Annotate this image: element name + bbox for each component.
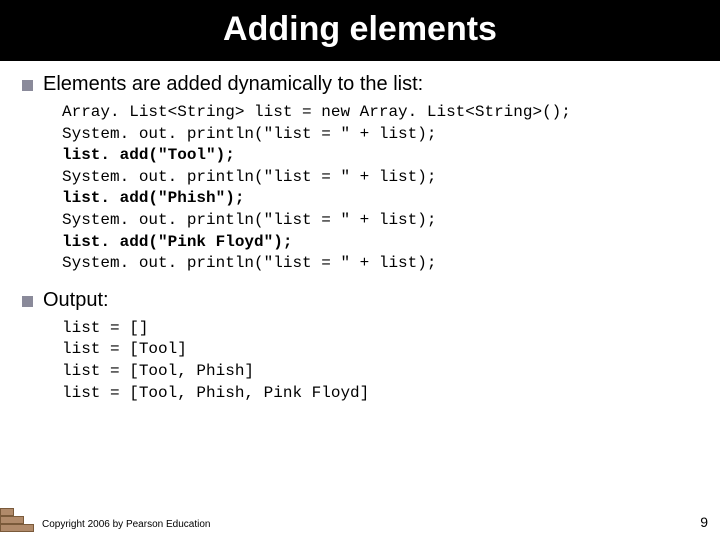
square-bullet-icon [22,80,33,91]
stair-icon [0,502,34,532]
bullet-2: Output: [22,289,698,312]
bullet-1-text: Elements are added dynamically to the li… [43,73,423,96]
code-block-1: Array. List<String> list = new Array. Li… [62,102,698,275]
page-number: 9 [700,514,708,530]
bullet-2-text: Output: [43,289,109,312]
slide-title: Adding elements [0,0,720,61]
copyright-text: Copyright 2006 by Pearson Education [42,519,210,530]
code-block-2: list = [] list = [Tool] list = [Tool, Ph… [62,318,698,404]
bullet-1: Elements are added dynamically to the li… [22,73,698,96]
slide-content: Elements are added dynamically to the li… [0,61,720,404]
square-bullet-icon [22,296,33,307]
